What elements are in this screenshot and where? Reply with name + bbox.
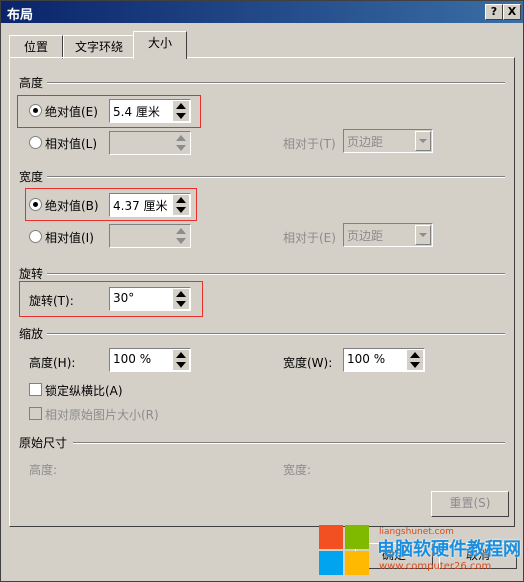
scale-height-input[interactable]: 100 % — [109, 348, 191, 372]
width-section-divider — [47, 176, 505, 178]
tab-text-wrap[interactable]: 文字环绕 — [63, 35, 135, 59]
watermark-title: 电脑软硬件教程网 — [377, 539, 521, 560]
height-absolute-input[interactable]: 5.4 厘米 — [109, 99, 191, 123]
width-absolute-label: 绝对值(B) — [45, 199, 99, 213]
spin-up-icon[interactable] — [173, 226, 189, 236]
relative-original-checkbox[interactable] — [29, 407, 42, 420]
rotate-section-divider — [47, 273, 505, 275]
height-absolute-label: 绝对值(E) — [45, 105, 98, 119]
chevron-down-icon[interactable] — [415, 131, 431, 151]
spin-down-icon[interactable] — [173, 111, 189, 121]
rotate-label: 旋转(T): — [29, 294, 74, 308]
spin-up-icon[interactable] — [173, 101, 189, 111]
watermark: liangshunet.com 电脑软硬件教程网 www.computer26.… — [319, 523, 521, 579]
width-relative-radio[interactable] — [29, 230, 42, 243]
width-relative-label: 相对值(I) — [45, 231, 94, 245]
rotate-input[interactable]: 30° — [109, 287, 191, 311]
width-relative-to-label: 相对于(E) — [283, 231, 336, 245]
original-height-label: 高度: — [29, 463, 58, 477]
spin-down-icon[interactable] — [173, 299, 189, 309]
spin-up-icon[interactable] — [173, 350, 189, 360]
height-relative-to-label: 相对于(T) — [283, 137, 336, 151]
scale-height-value: 100 % — [113, 352, 152, 366]
height-section-divider — [47, 82, 505, 84]
width-section-title: 宽度 — [19, 170, 44, 184]
scale-height-label: 高度(H): — [29, 356, 76, 370]
width-absolute-input[interactable]: 4.37 厘米 — [109, 193, 191, 217]
width-relative-input[interactable] — [109, 224, 191, 248]
height-relative-label: 相对值(L) — [45, 137, 98, 151]
lock-aspect-checkbox[interactable] — [29, 383, 42, 396]
height-relative-radio[interactable] — [29, 136, 42, 149]
original-section-title: 原始尺寸 — [19, 436, 68, 450]
watermark-url: www.computer26.com — [379, 561, 492, 572]
spin-up-icon[interactable] — [173, 133, 189, 143]
windows-logo-icon — [319, 525, 371, 577]
help-button[interactable]: ? — [485, 4, 503, 20]
height-relative-input[interactable] — [109, 131, 191, 155]
reset-button[interactable]: 重置(S) — [431, 491, 509, 517]
spin-down-icon[interactable] — [407, 360, 423, 370]
spin-down-icon[interactable] — [173, 205, 189, 215]
spin-up-icon[interactable] — [173, 195, 189, 205]
spin-down-icon[interactable] — [173, 236, 189, 246]
spin-up-icon[interactable] — [173, 289, 189, 299]
spin-down-icon[interactable] — [173, 360, 189, 370]
rotate-value: 30° — [113, 291, 135, 305]
height-relative-to-select[interactable]: 页边距 — [343, 129, 433, 153]
relative-original-label: 相对原始图片大小(R) — [45, 408, 159, 422]
layout-dialog: 布局 ? X 位置 文字环绕 大小 高度 绝对值(E) 5.4 厘米 相对值(L… — [0, 0, 524, 582]
original-width-label: 宽度: — [283, 463, 312, 477]
title-bar[interactable]: 布局 ? X — [1, 1, 523, 23]
spin-down-icon[interactable] — [173, 143, 189, 153]
tab-size[interactable]: 大小 — [133, 31, 187, 59]
height-absolute-value: 5.4 厘米 — [113, 105, 160, 119]
chevron-down-icon[interactable] — [415, 225, 431, 245]
scale-width-input[interactable]: 100 % — [343, 348, 425, 372]
height-absolute-radio[interactable] — [29, 104, 42, 117]
width-relative-to-select[interactable]: 页边距 — [343, 223, 433, 247]
lock-aspect-label: 锁定纵横比(A) — [45, 384, 123, 398]
rotate-section-title: 旋转 — [19, 267, 44, 281]
height-section-title: 高度 — [19, 76, 44, 90]
scale-width-value: 100 % — [347, 352, 386, 366]
tab-position[interactable]: 位置 — [9, 35, 63, 59]
width-absolute-value: 4.37 厘米 — [113, 199, 168, 213]
close-button[interactable]: X — [503, 4, 521, 20]
width-absolute-radio[interactable] — [29, 198, 42, 211]
spin-up-icon[interactable] — [407, 350, 423, 360]
scale-width-label: 宽度(W): — [283, 356, 333, 370]
dialog-title: 布局 — [7, 8, 34, 23]
scale-section-divider — [47, 333, 505, 335]
scale-section-title: 缩放 — [19, 327, 44, 341]
original-section-divider — [73, 442, 505, 444]
